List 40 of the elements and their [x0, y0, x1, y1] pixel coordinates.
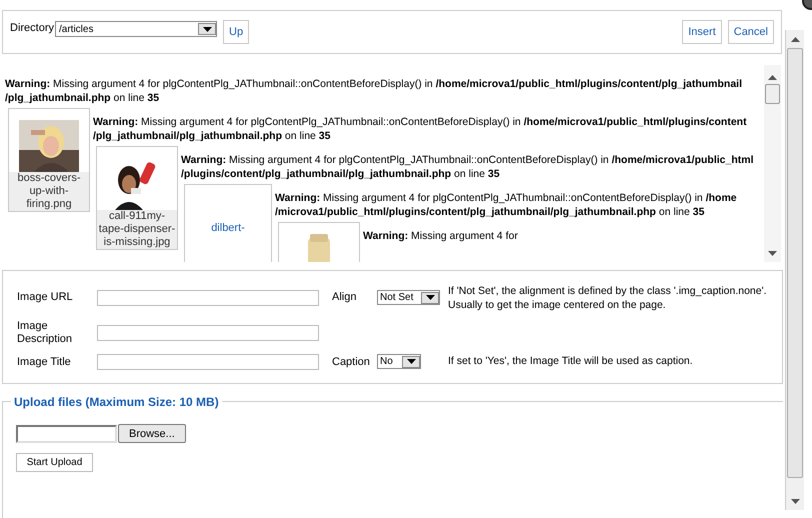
- page-scrollbar[interactable]: [785, 30, 804, 510]
- directory-label: Directory: [10, 21, 54, 36]
- scroll-up-icon[interactable]: [790, 37, 800, 42]
- scroll-up-icon[interactable]: [768, 74, 777, 80]
- thumbnail-card[interactable]: dilbert-: [184, 184, 272, 262]
- image-description-label: Image Description: [17, 320, 74, 346]
- caption-hint: If set to 'Yes', the Image Title will be used as caption.: [448, 354, 694, 370]
- align-hint: If 'Not Set', the alignment is defined by the class '.img_caption.none'. Usually to get the image centered on the page.: [448, 284, 768, 312]
- warning-message: Warning: Missing argument 4 for plgContentPlg_JAThumbnail::onContentBeforeDisplay() in /home/microva1/public_html/plugins/content/plg_jathumbnail/plg_jathumbnail.php on line 35: [93, 114, 748, 142]
- warning-message: Warning: Missing argument 4 for plgContentPlg_JAThumbnail::onContentBeforeDisplay() in /home/microva1/public_html/plugins/content/plg_jathumbnail/plg_jathumbnail.php on line 35: [275, 190, 738, 218]
- thumbnail-caption: call-911my-tape-dispenser-is-missing.jpg: [97, 210, 177, 248]
- image-alt-text[interactable]: dilbert-: [211, 222, 245, 234]
- caption-dropdown[interactable]: No: [377, 354, 421, 370]
- scroll-down-icon[interactable]: [790, 499, 800, 504]
- image-title-field[interactable]: [97, 354, 319, 370]
- warning-message: Warning: Missing argument 4 for plgContentPlg_JAThumbnail::onContentBeforeDisplay() in /home/microva1/public_html/plugins/content/plg_jathumbnail/plg_jathumbnail.php on line 35: [5, 76, 744, 104]
- thumbnail-card[interactable]: [278, 222, 360, 262]
- warning-message: Warning: Missing argument 4 for plgContentPlg_JAThumbnail::onContentBeforeDisplay() in /home/microva1/public_html/plugins/content/plg_jathumbnail/plg_jathumbnail.php on line 35: [181, 152, 754, 180]
- image-title-label: Image Title: [17, 354, 72, 370]
- image-url-label: Image URL: [17, 290, 74, 306]
- inner-scrollbar[interactable]: [764, 64, 781, 262]
- thumbnail-caption: boss-covers-up-with-firing.png: [9, 172, 89, 210]
- caption-label: Caption: [332, 354, 371, 370]
- browse-button[interactable]: Browse...: [118, 424, 186, 444]
- image-url-field[interactable]: [97, 290, 319, 306]
- warning-message: Warning: Missing argument 4 for: [363, 228, 519, 242]
- image-description-field[interactable]: [97, 324, 319, 341]
- scrollbar-thumb[interactable]: [765, 84, 780, 104]
- insert-button[interactable]: Insert: [682, 20, 722, 44]
- thumbnail-card[interactable]: call-911my-tape-dispenser-is-missing.jpg: [96, 146, 178, 250]
- scroll-down-icon[interactable]: [768, 250, 777, 256]
- directory-dropdown[interactable]: /articles: [55, 21, 218, 38]
- start-upload-button[interactable]: Start Upload: [16, 453, 93, 472]
- align-label: Align: [332, 290, 358, 306]
- thumbnail-card[interactable]: boss-covers-up-with-firing.png: [8, 108, 90, 212]
- align-dropdown[interactable]: Not Set: [377, 290, 440, 306]
- up-button[interactable]: Up: [223, 20, 250, 44]
- file-path-field[interactable]: [16, 424, 117, 443]
- cancel-button[interactable]: Cancel: [728, 20, 774, 44]
- scrollbar-thumb[interactable]: [787, 48, 803, 478]
